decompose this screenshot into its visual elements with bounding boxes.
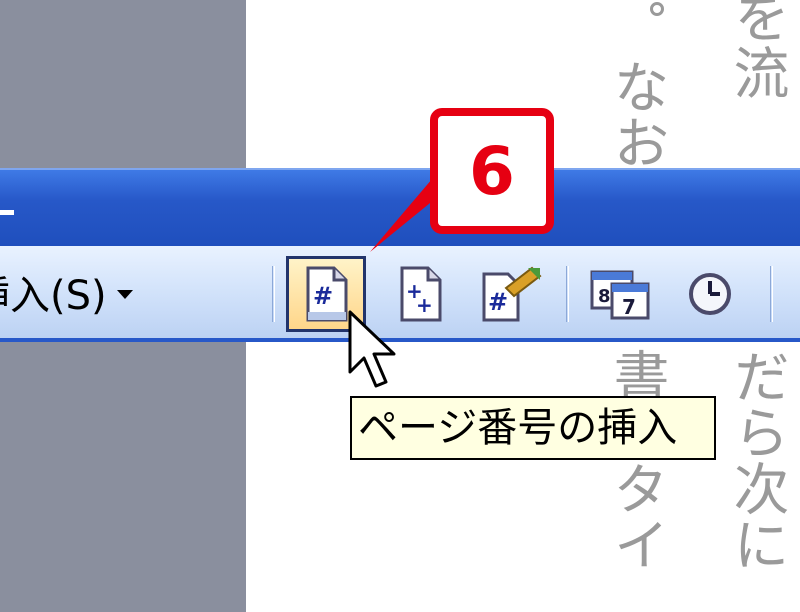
toolbar-separator [770, 266, 773, 322]
tooltip-text: ページ番号の挿入 [358, 405, 678, 451]
insert-time-button[interactable] [670, 256, 750, 332]
svg-text:#: # [488, 288, 508, 316]
document-text-column-1: を流 [724, 0, 789, 100]
step-number: 6 [469, 132, 515, 210]
title-bar-dash [0, 210, 14, 215]
insert-autotext-menu[interactable]: 挿入(S) [0, 264, 133, 320]
toolbar-separator [566, 266, 569, 322]
tooltip: ページ番号の挿入 [350, 396, 716, 460]
mouse-cursor-icon [348, 310, 396, 388]
punctuation-mark [650, 2, 664, 16]
page-count-icon: + + [400, 266, 442, 322]
svg-text:+: + [416, 293, 433, 317]
svg-text:7: 7 [622, 295, 636, 319]
toolbar-separator [272, 266, 275, 322]
chevron-down-icon [116, 289, 133, 299]
svg-text:#: # [313, 282, 333, 310]
document-text-column-2-lower: 書のタイ [604, 348, 669, 572]
insert-date-button[interactable]: 8 7 [580, 256, 660, 332]
page-number-icon: # [306, 266, 348, 322]
document-text-column-1-lower: だら次に [724, 348, 789, 572]
toolbar-title-bar[interactable] [0, 168, 800, 246]
clock-icon [689, 273, 731, 315]
document-text-column-2: なお [604, 58, 669, 170]
svg-text:8: 8 [598, 286, 611, 307]
format-page-number-icon: # [482, 266, 542, 322]
insert-menu-label: 挿入(S) [0, 273, 107, 319]
calendar-icon: 8 7 [590, 270, 650, 320]
step-callout: 6 [430, 108, 554, 234]
format-page-number-button[interactable]: # [470, 256, 550, 332]
